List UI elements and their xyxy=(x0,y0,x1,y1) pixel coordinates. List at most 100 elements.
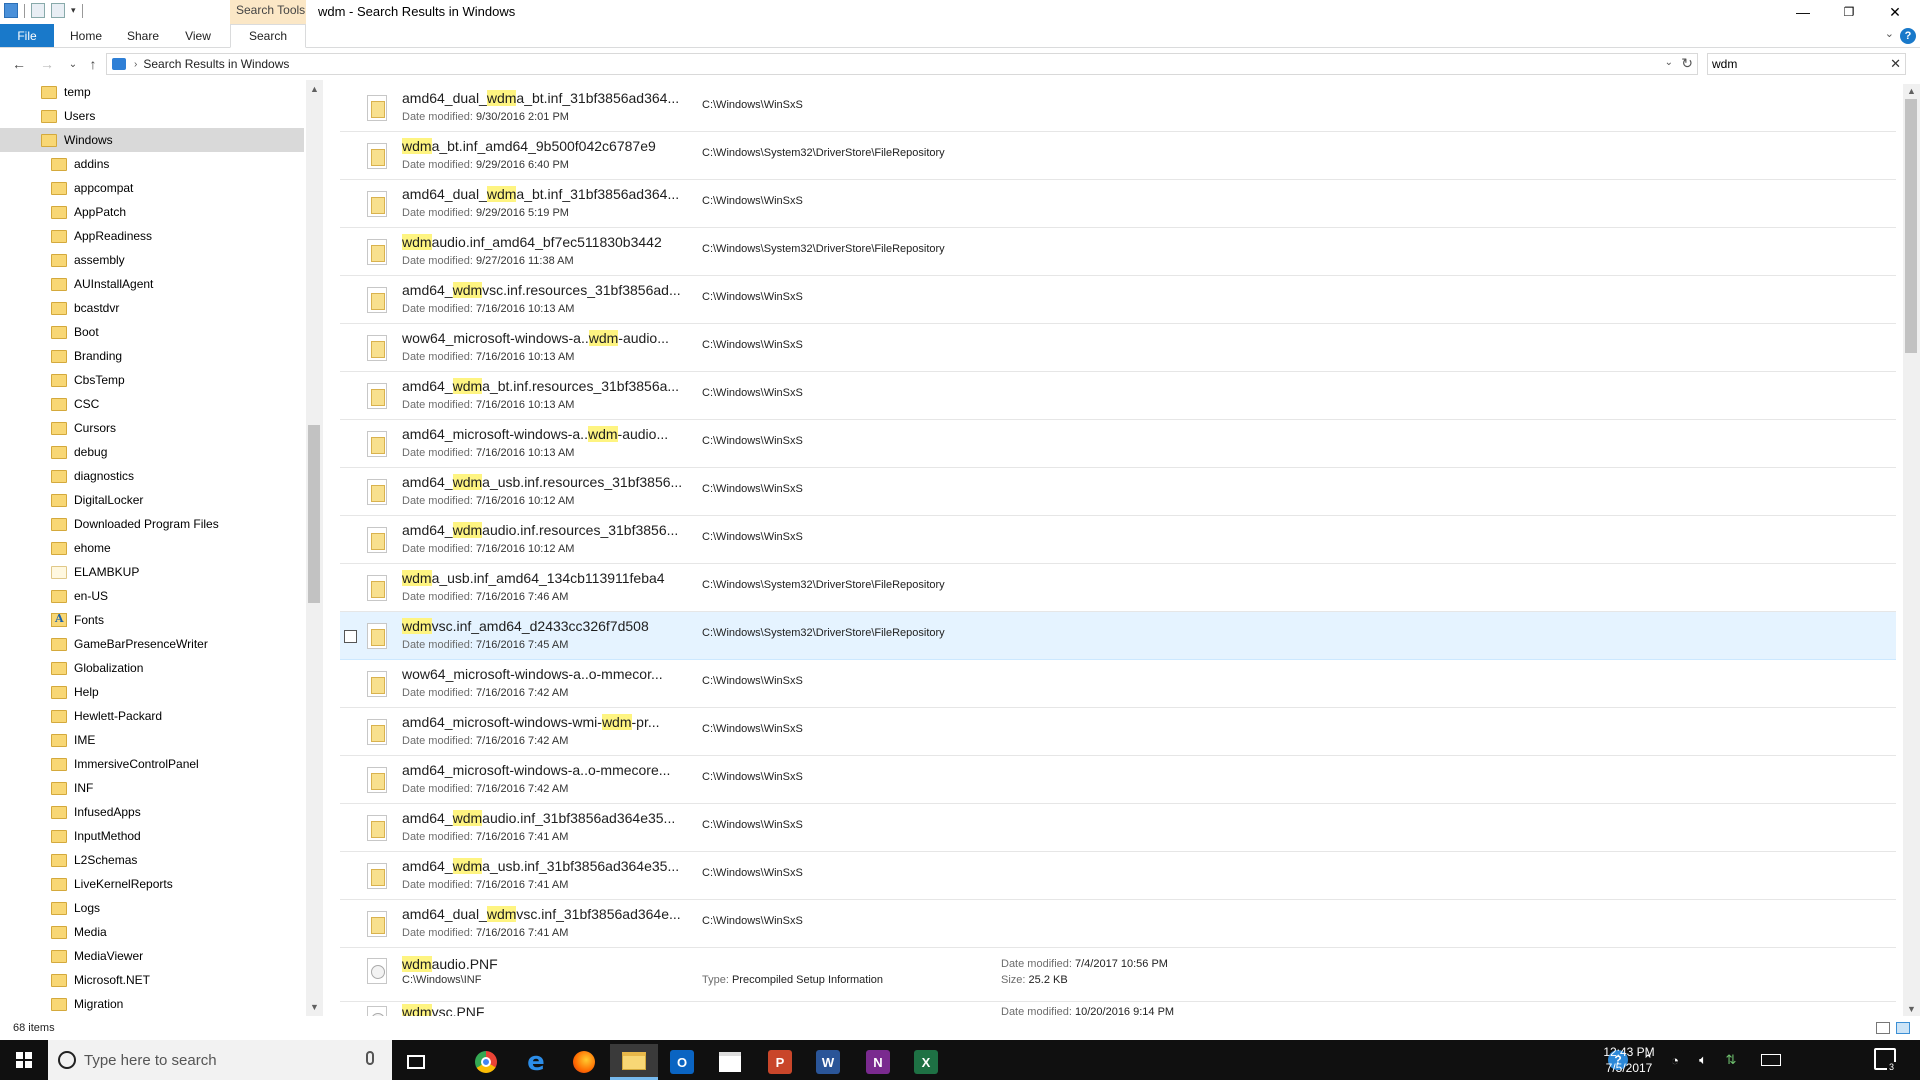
nav-item[interactable]: appcompat xyxy=(0,176,304,200)
result-row[interactable]: amd64_wdmaudio.inf.resources_31bf3856...… xyxy=(340,516,1896,564)
keyboard-icon[interactable] xyxy=(1758,1040,1784,1080)
nav-item[interactable]: temp xyxy=(0,80,304,104)
forward-arrow-icon[interactable]: → xyxy=(36,53,58,75)
nav-item[interactable]: Microsoft.NET xyxy=(0,968,304,992)
result-name[interactable]: amd64_wdmaudio.inf.resources_31bf3856... xyxy=(402,522,678,538)
result-row[interactable]: wow64_microsoft-windows-a..o-mmecor... Da… xyxy=(340,660,1896,708)
nav-item[interactable]: L2Schemas xyxy=(0,848,304,872)
outlook-button[interactable]: O xyxy=(658,1044,706,1080)
result-row[interactable]: amd64_wdmvsc.inf.resources_31bf3856ad...… xyxy=(340,276,1896,324)
excel-button[interactable]: X xyxy=(902,1044,950,1080)
sync-icon[interactable]: ⇅ xyxy=(1720,1040,1742,1080)
new-folder-icon[interactable] xyxy=(51,3,65,18)
scroll-down-icon[interactable]: ▼ xyxy=(1907,1004,1916,1014)
result-row[interactable]: wdmvsc.PNF Date modified: 10/20/2016 9:14… xyxy=(340,1002,1896,1016)
select-checkbox[interactable] xyxy=(344,630,357,643)
nav-item[interactable]: en-US xyxy=(0,584,304,608)
result-row[interactable]: amd64_dual_wdmvsc.inf_31bf3856ad364e... D… xyxy=(340,900,1896,948)
store-button[interactable] xyxy=(706,1044,754,1080)
address-bar[interactable]: › Search Results in Windows ⌄ ↻ xyxy=(106,53,1698,75)
microphone-icon[interactable] xyxy=(366,1051,374,1065)
search-input[interactable]: wdm xyxy=(1712,57,1737,71)
result-row[interactable]: amd64_wdma_usb.inf.resources_31bf3856...… xyxy=(340,468,1896,516)
result-name[interactable]: amd64_dual_wdma_bt.inf_31bf3856ad364... xyxy=(402,90,679,106)
nav-item[interactable]: INF xyxy=(0,776,304,800)
nav-item[interactable]: Cursors xyxy=(0,416,304,440)
nav-item[interactable]: ImmersiveControlPanel xyxy=(0,752,304,776)
nav-item[interactable]: CSC xyxy=(0,392,304,416)
nav-item[interactable]: diagnostics xyxy=(0,464,304,488)
breadcrumb-chevron-icon[interactable]: › xyxy=(134,59,137,70)
result-name[interactable]: amd64_wdma_usb.inf_31bf3856ad364e35... xyxy=(402,858,679,874)
nav-item[interactable]: Windows xyxy=(0,128,304,152)
tab-search[interactable]: Search xyxy=(230,24,306,48)
edge-button[interactable]: e xyxy=(512,1044,560,1080)
nav-item[interactable]: Branding xyxy=(0,344,304,368)
result-row[interactable]: wdma_bt.inf_amd64_9b500f042c6787e9 Date m… xyxy=(340,132,1896,180)
result-name[interactable]: wdmaudio.inf_amd64_bf7ec511830b3442 xyxy=(402,234,662,250)
search-box[interactable]: wdm ✕ xyxy=(1707,53,1906,75)
word-button[interactable]: W xyxy=(804,1044,852,1080)
nav-item[interactable]: MediaViewer xyxy=(0,944,304,968)
refresh-icon[interactable]: ↻ xyxy=(1681,55,1693,72)
nav-item[interactable]: Fonts xyxy=(0,608,304,632)
result-name[interactable]: wdma_bt.inf_amd64_9b500f042c6787e9 xyxy=(402,138,656,154)
scroll-down-icon[interactable]: ▼ xyxy=(310,1002,319,1012)
nav-item[interactable]: CbsTemp xyxy=(0,368,304,392)
scrollbar-thumb[interactable] xyxy=(1905,99,1917,353)
file-explorer-button[interactable] xyxy=(610,1044,658,1080)
result-row[interactable]: wow64_microsoft-windows-a..wdm-audio... D… xyxy=(340,324,1896,372)
nav-item[interactable]: debug xyxy=(0,440,304,464)
nav-item[interactable]: ehome xyxy=(0,536,304,560)
result-row[interactable]: amd64_wdma_usb.inf_31bf3856ad364e35... Da… xyxy=(340,852,1896,900)
nav-item[interactable]: Media xyxy=(0,920,304,944)
result-row[interactable]: amd64_microsoft-windows-wmi-wdm-pr... Dat… xyxy=(340,708,1896,756)
nav-item[interactable]: Help xyxy=(0,680,304,704)
scrollbar-thumb[interactable] xyxy=(308,425,320,603)
minimize-button[interactable]: — xyxy=(1780,0,1826,24)
details-view-icon[interactable] xyxy=(1876,1022,1890,1034)
close-button[interactable]: ✕ xyxy=(1872,0,1918,24)
nav-item[interactable]: Migration xyxy=(0,992,304,1016)
tab-share[interactable]: Share xyxy=(118,24,168,47)
result-name[interactable]: amd64_microsoft-windows-wmi-wdm-pr... xyxy=(402,714,660,730)
nav-item[interactable]: InputMethod xyxy=(0,824,304,848)
help-icon[interactable]: ? xyxy=(1900,28,1916,44)
result-name[interactable]: amd64_microsoft-windows-a..o-mmecore... xyxy=(402,762,670,778)
explorer-icon[interactable] xyxy=(4,3,18,18)
nav-item[interactable]: LiveKernelReports xyxy=(0,872,304,896)
result-row[interactable]: amd64_dual_wdma_bt.inf_31bf3856ad364... D… xyxy=(340,180,1896,228)
powerpoint-button[interactable]: P xyxy=(756,1044,804,1080)
clock[interactable]: 12:43 PM 7/5/2017 xyxy=(1586,1044,1672,1076)
result-name[interactable]: amd64_wdmaudio.inf_31bf3856ad364e35... xyxy=(402,810,675,826)
breadcrumb[interactable]: Search Results in Windows xyxy=(143,57,289,71)
nav-item[interactable]: addins xyxy=(0,152,304,176)
result-name[interactable]: amd64_wdma_usb.inf.resources_31bf3856... xyxy=(402,474,682,490)
result-row[interactable]: amd64_wdma_bt.inf.resources_31bf3856a...… xyxy=(340,372,1896,420)
nav-item[interactable]: AppPatch xyxy=(0,200,304,224)
up-arrow-icon[interactable]: ↑ xyxy=(82,53,104,75)
result-name[interactable]: amd64_microsoft-windows-a..wdm-audio... xyxy=(402,426,668,442)
nav-pane-scrollbar[interactable]: ▲ ▼ xyxy=(306,80,323,1016)
customize-qat-icon[interactable]: ▾ xyxy=(71,5,76,16)
properties-icon[interactable] xyxy=(31,3,45,18)
results-scrollbar[interactable]: ▲ ▼ xyxy=(1903,84,1920,1016)
tab-home[interactable]: Home xyxy=(60,24,112,47)
result-name[interactable]: wdmaudio.PNF xyxy=(402,956,498,972)
result-row[interactable]: wdmvsc.inf_amd64_d2433cc326f7d508 Date mo… xyxy=(340,612,1896,660)
start-button[interactable] xyxy=(0,1040,48,1080)
onenote-button[interactable]: N xyxy=(854,1044,902,1080)
maximize-button[interactable]: ❐ xyxy=(1826,0,1872,24)
nav-item[interactable]: assembly xyxy=(0,248,304,272)
taskbar-search-box[interactable]: Type here to search xyxy=(48,1040,392,1080)
nav-item[interactable]: AppReadiness xyxy=(0,224,304,248)
result-name[interactable]: wdmvsc.inf_amd64_d2433cc326f7d508 xyxy=(402,618,649,634)
scroll-up-icon[interactable]: ▲ xyxy=(310,84,319,94)
result-row[interactable]: amd64_microsoft-windows-a..o-mmecore... D… xyxy=(340,756,1896,804)
nav-item[interactable]: InfusedApps xyxy=(0,800,304,824)
address-dropdown-icon[interactable]: ⌄ xyxy=(1665,57,1673,68)
expand-ribbon-icon[interactable]: ⌄ xyxy=(1885,27,1894,40)
large-icons-view-icon[interactable] xyxy=(1896,1022,1910,1034)
nav-item[interactable]: ELAMBKUP xyxy=(0,560,304,584)
result-row[interactable]: wdma_usb.inf_amd64_134cb113911feba4 Date … xyxy=(340,564,1896,612)
